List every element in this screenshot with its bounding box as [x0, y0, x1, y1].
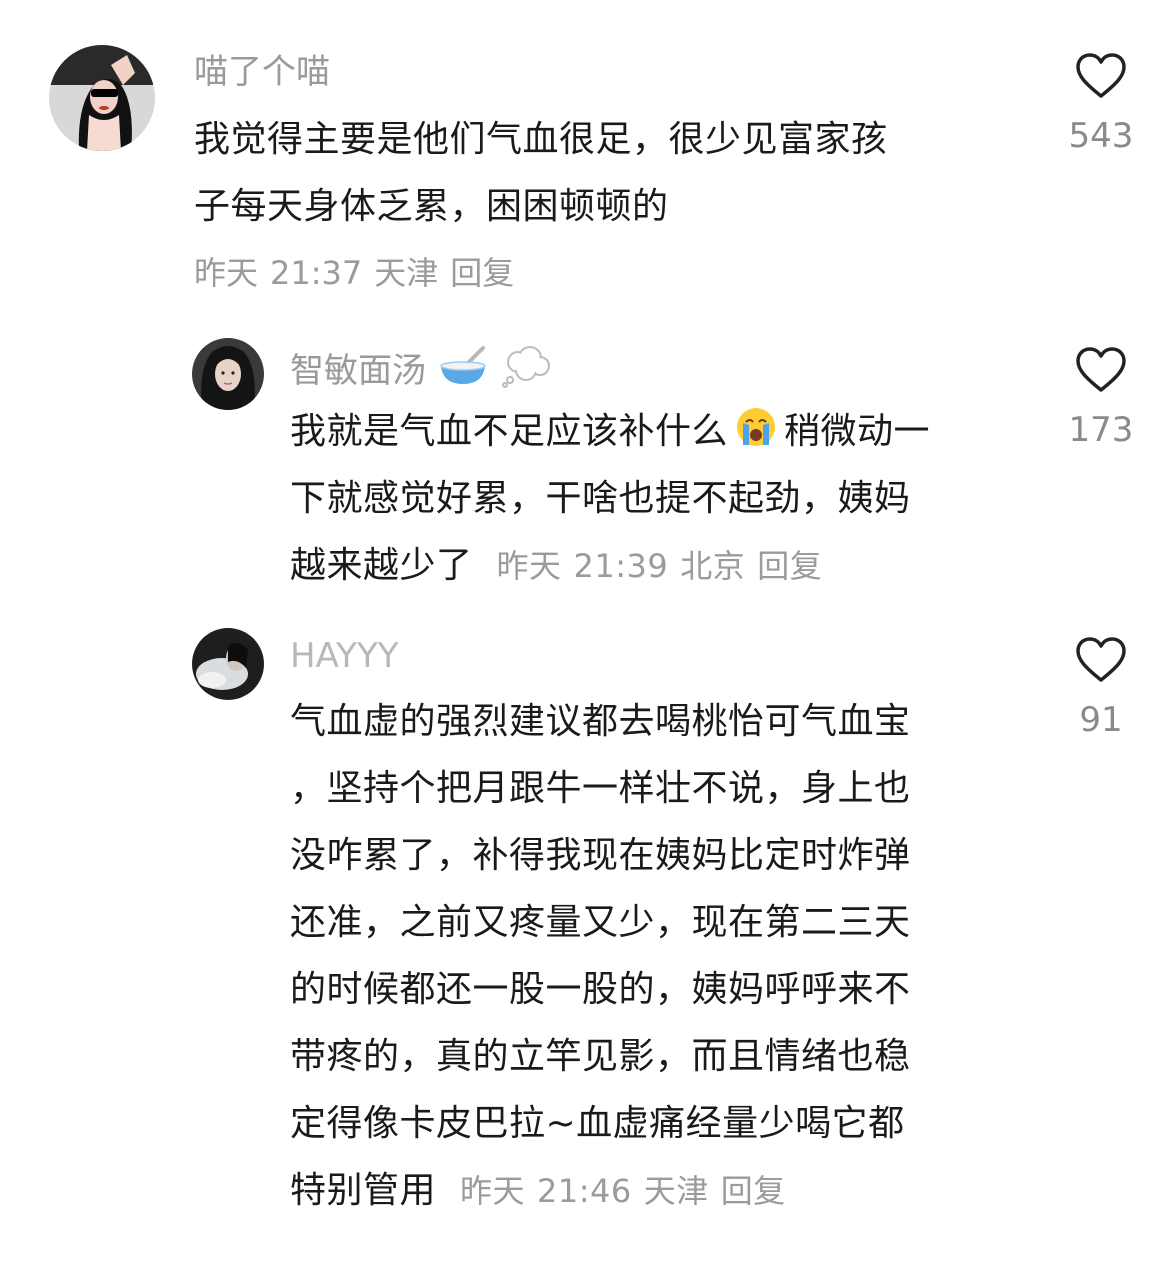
like-count: 543: [1068, 116, 1134, 156]
loudly-crying-face-icon: [737, 408, 776, 446]
username[interactable]: HAYYY: [290, 634, 399, 678]
comment-time: 21:46: [536, 1172, 632, 1210]
username[interactable]: 智敏面汤: [290, 344, 552, 393]
comment-line: 气血虚的强烈建议都去喝桃怡可气血宝: [290, 701, 911, 742]
comment-location: 天津: [374, 254, 439, 292]
heart-outline-icon: [1076, 637, 1126, 682]
comment-date: 昨天: [194, 254, 259, 292]
avatar[interactable]: [49, 45, 155, 151]
comment-meta: 昨天 21:39 北京 回复: [496, 547, 834, 585]
reply-button[interactable]: 回复: [721, 1172, 786, 1210]
comment-date: 昨天: [459, 1172, 525, 1210]
comment-date: 昨天: [496, 547, 562, 585]
comment-line: 带疼的，真的立竿见影，而且情绪也稳: [290, 1036, 911, 1077]
comment-line: 还准，之前又疼量又少，现在第二三天: [290, 902, 911, 943]
heart-outline-icon: [1076, 347, 1126, 392]
avatar[interactable]: [192, 338, 264, 410]
avatar[interactable]: [192, 628, 264, 700]
like-button[interactable]: 173: [1060, 346, 1142, 450]
comment-line: 下就感觉好累，干啥也提不起劲，姨妈: [290, 478, 911, 519]
reply-button[interactable]: 回复: [450, 254, 514, 292]
comment-time: 21:37: [270, 254, 363, 292]
comment-time: 21:39: [573, 547, 669, 585]
reply-button[interactable]: 回复: [757, 547, 822, 585]
comment-text[interactable]: 我觉得主要是他们气血很足，很少见富家孩 子每天身体乏累，困困顿顿的: [194, 106, 1034, 240]
heart-outline-icon: [1076, 53, 1126, 98]
comment-location: 天津: [643, 1172, 709, 1210]
comment-line: 的时候都还一股一股的，姨妈呼呼来不: [290, 969, 911, 1010]
like-count: 173: [1068, 410, 1134, 450]
comment-line: 我觉得主要是他们气血很足，很少见富家孩: [194, 119, 888, 160]
comment-line: 没咋累了，补得我现在姨妈比定时炸弹: [290, 835, 911, 876]
comment-meta: 昨天 21:46 天津 回复: [460, 1172, 798, 1210]
comment-line: 我就是气血不足应该补什么: [290, 411, 729, 452]
username[interactable]: 喵了个喵: [194, 50, 330, 94]
comment-text[interactable]: 我就是气血不足应该补什么 稍微动一 下就感觉好累，干啥也提不起劲，姨妈 越来越少…: [290, 398, 1030, 600]
comment-line: 定得像卡皮巴拉~血虚痛经量少喝它都: [290, 1103, 905, 1144]
bowl-with-spoon-icon: [440, 346, 486, 384]
comment-text[interactable]: 气血虚的强烈建议都去喝桃怡可气血宝 ，坚持个把月跟牛一样壮不说，身上也 没咋累了…: [290, 688, 1030, 1225]
comment-line: 稍微动一: [784, 411, 931, 452]
like-count: 91: [1079, 700, 1123, 740]
comment-line: ，坚持个把月跟牛一样壮不说，身上也: [290, 768, 911, 809]
comment-line: 特别管用: [290, 1170, 437, 1211]
like-button[interactable]: 91: [1060, 636, 1142, 740]
comment-location: 北京: [680, 547, 746, 585]
thought-bubble-icon: [501, 346, 550, 388]
like-button[interactable]: 543: [1060, 52, 1142, 156]
comment-line: 越来越少了: [290, 545, 473, 586]
username-text: 智敏面汤: [290, 351, 426, 391]
comment-meta: 昨天 21:37 天津 回复: [194, 248, 526, 294]
comment-line: 子每天身体乏累，困困顿顿的: [194, 186, 669, 227]
